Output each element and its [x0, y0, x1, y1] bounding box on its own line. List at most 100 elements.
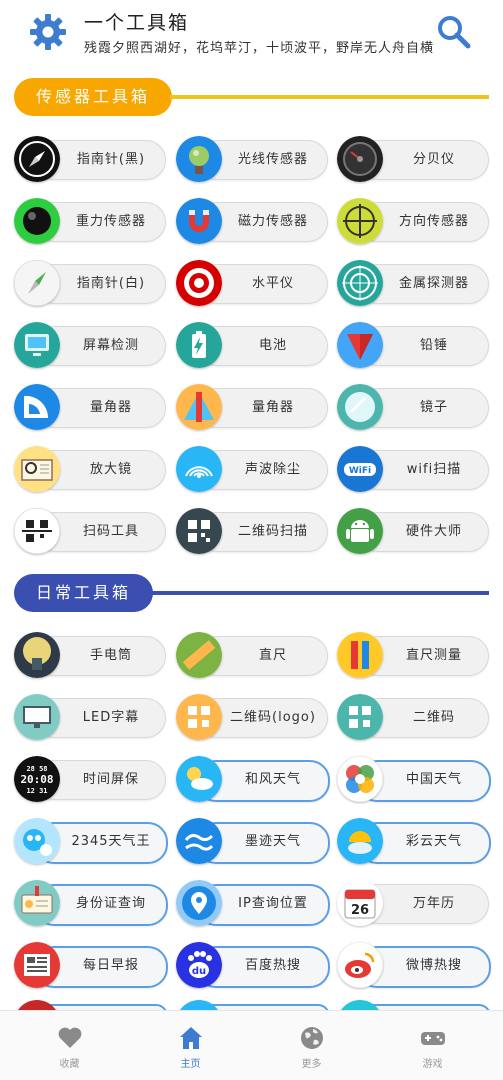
weibo-icon [337, 942, 383, 988]
tool-location-pin[interactable]: IP查询位置 [176, 880, 330, 926]
weather-sun-icon [176, 756, 222, 802]
tool-protractor[interactable]: 量角器 [14, 384, 166, 430]
newspaper-icon [14, 942, 60, 988]
tool-weibo[interactable]: 微博热搜 [337, 942, 491, 988]
tool-label: 微博热搜 [405, 958, 462, 973]
mirror-icon [337, 384, 383, 430]
bottom-nav: 收藏 主页 更多 游戏 [0, 1010, 503, 1080]
heart-icon [58, 1027, 82, 1048]
tool-wifi[interactable]: wifi扫描 WiFi [337, 446, 489, 492]
gear-icon[interactable] [28, 12, 68, 52]
magnet-icon [176, 198, 222, 244]
location-pin-icon [176, 880, 222, 926]
tool-flashlight[interactable]: 手电筒 [14, 632, 166, 678]
tool-label: 铅锤 [419, 338, 448, 353]
tool-led-screen[interactable]: LED字幕 [14, 694, 166, 740]
tool-label: 扫码工具 [82, 524, 139, 539]
nav-games[interactable]: 游戏 [370, 1011, 495, 1080]
tool-ruler-pencil[interactable]: 直尺测量 [337, 632, 489, 678]
tool-sound-wave[interactable]: 声波除尘 [176, 446, 328, 492]
tool-calendar[interactable]: 万年历 26 [337, 880, 489, 926]
tool-newspaper[interactable]: 每日早报 [14, 942, 168, 988]
tool-scan[interactable]: 扫码工具 [14, 508, 166, 554]
tool-mirror[interactable]: 镜子 [337, 384, 489, 430]
tool-qrcode[interactable]: 二维码 [337, 694, 489, 740]
tool-label: 光线传感器 [237, 152, 308, 167]
tool-crosshair[interactable]: 方向传感器 [337, 198, 489, 244]
tool-battery[interactable]: 电池 [176, 322, 328, 368]
tool-weather-sun[interactable]: 和风天气 [176, 756, 330, 802]
tool-decibel-meter[interactable]: 分贝仪 [337, 136, 489, 182]
qrcode-icon [337, 694, 383, 740]
app-header: 一个工具箱 残霞夕照西湖好，花坞苹汀，十顷波平，野岸无人舟自横 [0, 0, 503, 68]
tool-label: 百度热搜 [244, 958, 301, 973]
tool-radar[interactable]: 金属探测器 [337, 260, 489, 306]
baidu-icon: du [176, 942, 222, 988]
android-icon [337, 508, 383, 554]
tool-compass-black[interactable]: 指南针(黑) [14, 136, 166, 182]
tool-label: 量角器 [89, 400, 132, 415]
tool-caiyun-weather[interactable]: 彩云天气 [337, 818, 491, 864]
tool-label: 墨迹天气 [244, 834, 301, 849]
tool-label: 每日早报 [82, 958, 139, 973]
tool-label: 电池 [258, 338, 287, 353]
tool-weather-mascot[interactable]: 2345天气王 [14, 818, 168, 864]
tool-label: 手电筒 [89, 648, 132, 663]
tool-qrcode-scan[interactable]: 二维码扫描 [176, 508, 328, 554]
tool-digital-clock[interactable]: 时间屏保 28 58 20:08 12 31 [14, 756, 166, 802]
tool-qrcode-logo[interactable]: 二维码(logo) [176, 694, 328, 740]
led-screen-icon [14, 694, 60, 740]
clock-digits: 12 31 [26, 787, 47, 795]
app-subtitle: 残霞夕照西湖好，花坞苹汀，十顷波平，野岸无人舟自横 [84, 41, 435, 56]
tool-baidu[interactable]: 百度热搜 du [176, 942, 330, 988]
wifi-icon: WiFi [337, 446, 383, 492]
tool-ruler-triangle[interactable]: 量角器 [176, 384, 328, 430]
tool-compass-white[interactable]: 指南针(白) [14, 260, 166, 306]
tool-label: 指南针(黑) [76, 152, 146, 167]
tool-label: 直尺 [258, 648, 287, 663]
nav-more[interactable]: 更多 [249, 1011, 374, 1080]
tool-magnifier[interactable]: 放大镜 [14, 446, 166, 492]
protractor-icon [14, 384, 60, 430]
radar-icon [337, 260, 383, 306]
tool-label: 分贝仪 [412, 152, 455, 167]
light-sensor-icon [176, 136, 222, 182]
tool-label: 指南针(白) [76, 276, 146, 291]
tool-ruler[interactable]: 直尺 [176, 632, 328, 678]
tool-china-weather[interactable]: 中国天气 [337, 756, 491, 802]
tool-label: 彩云天气 [405, 834, 462, 849]
tool-moji-weather[interactable]: 墨迹天气 [176, 818, 330, 864]
tool-plumb-bob[interactable]: 铅锤 [337, 322, 489, 368]
caiyun-weather-icon [337, 818, 383, 864]
section-title: 日常工具箱 [14, 574, 154, 612]
tool-label: 磁力传感器 [237, 214, 308, 229]
tool-label: 声波除尘 [244, 462, 301, 477]
tool-label: 二维码扫描 [237, 524, 308, 539]
china-weather-icon [337, 756, 383, 802]
flashlight-icon [14, 632, 60, 678]
tool-label: 2345天气王 [71, 834, 151, 849]
battery-icon [176, 322, 222, 368]
tool-label: 屏幕检测 [82, 338, 139, 353]
tool-light-sensor[interactable]: 光线传感器 [176, 136, 328, 182]
tool-id-card[interactable]: 身份证查询 [14, 880, 168, 926]
tool-level-target[interactable]: 水平仪 [176, 260, 328, 306]
search-icon[interactable] [436, 14, 472, 50]
tool-label: 重力传感器 [75, 214, 146, 229]
crosshair-icon [337, 198, 383, 244]
tool-label: 二维码(logo) [230, 710, 316, 725]
tool-label: 中国天气 [405, 772, 462, 787]
tool-magnet[interactable]: 磁力传感器 [176, 198, 328, 244]
nav-home[interactable]: 主页 [128, 1011, 253, 1080]
calendar-day: 26 [351, 903, 369, 918]
nav-favorites[interactable]: 收藏 [7, 1011, 132, 1080]
calendar-icon: 26 [337, 880, 383, 926]
tool-label: 放大镜 [89, 462, 132, 477]
tool-gravity-sensor[interactable]: 重力传感器 [14, 198, 166, 244]
tool-monitor[interactable]: 屏幕检测 [14, 322, 166, 368]
tool-android[interactable]: 硬件大师 [337, 508, 489, 554]
nav-label: 游戏 [422, 1059, 443, 1070]
section-divider [170, 95, 489, 99]
clock-digits: 28 58 [26, 765, 47, 773]
ruler-icon [176, 632, 222, 678]
